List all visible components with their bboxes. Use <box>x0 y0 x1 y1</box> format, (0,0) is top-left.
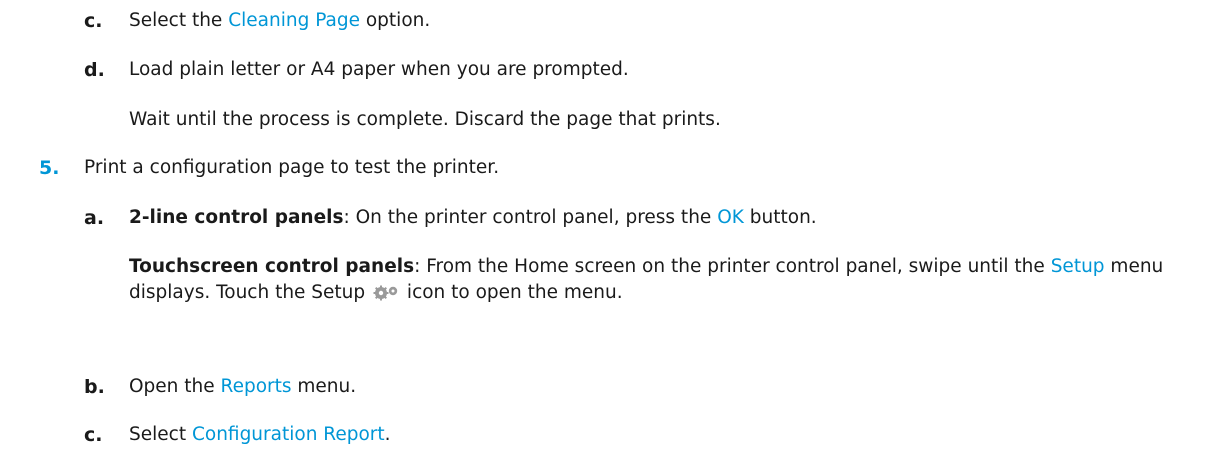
gear-icon <box>372 283 400 301</box>
step-d-text: Load plain letter or A4 paper when you a… <box>129 59 629 80</box>
step-c2-marker: c. <box>84 424 103 446</box>
step-c-marker: c. <box>84 10 103 32</box>
step-d-note: Wait until the process is complete. Disc… <box>129 109 721 130</box>
step-c-pre: Select the <box>129 10 229 31</box>
step-b-text: Open the Reports menu. <box>129 374 356 400</box>
step-c-text: Select the Cleaning Page option. <box>129 8 430 34</box>
step-a-text: 2-line control panels: On the printer co… <box>129 205 817 231</box>
step-c2-text: Select Configuration Report. <box>129 422 391 448</box>
step-b-post: menu. <box>291 376 357 397</box>
step-a-marker: a. <box>84 207 105 229</box>
step-c2-post: . <box>384 424 391 445</box>
configuration-report-link[interactable]: Configuration Report <box>192 424 385 445</box>
ok-button-link[interactable]: OK <box>717 207 744 228</box>
setup-menu-link[interactable]: Setup <box>1051 256 1105 277</box>
cleaning-page-link[interactable]: Cleaning Page <box>228 10 360 31</box>
step-d-marker: d. <box>84 59 105 81</box>
touchscreen-paragraph: Touchscreen control panels: From the Hom… <box>129 254 1209 306</box>
step-5-marker: 5. <box>39 157 60 179</box>
step-b-marker: b. <box>84 376 105 398</box>
step-c-post: option. <box>359 10 431 31</box>
touchscreen-post: icon to open the menu. <box>401 282 623 303</box>
step-5-text: Print a configuration page to test the p… <box>84 157 500 178</box>
reports-menu-link[interactable]: Reports <box>221 376 292 397</box>
step-b-pre: Open the <box>129 376 221 397</box>
step-c2-pre: Select <box>129 424 192 445</box>
step-a-pre: : On the printer control panel, press th… <box>343 207 718 228</box>
two-line-label: 2-line control panels <box>129 207 344 228</box>
touchscreen-label: Touchscreen control panels <box>129 256 415 277</box>
step-a-post: button. <box>743 207 817 228</box>
touchscreen-pre: : From the Home screen on the printer co… <box>414 256 1051 277</box>
